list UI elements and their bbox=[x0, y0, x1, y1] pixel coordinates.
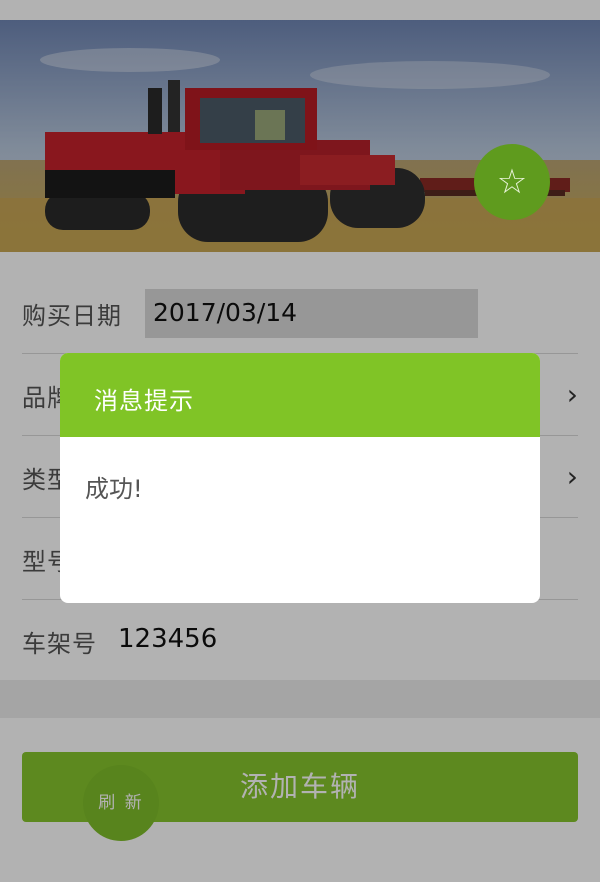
dialog-message: 成功! bbox=[85, 475, 143, 503]
dialog-title: 消息提示 bbox=[94, 387, 194, 415]
message-dialog[interactable]: 消息提示 成功! bbox=[60, 353, 540, 603]
dialog-header: 消息提示 bbox=[60, 353, 540, 437]
favorite-button[interactable]: ☆ bbox=[474, 144, 550, 220]
star-icon: ☆ bbox=[496, 162, 528, 202]
